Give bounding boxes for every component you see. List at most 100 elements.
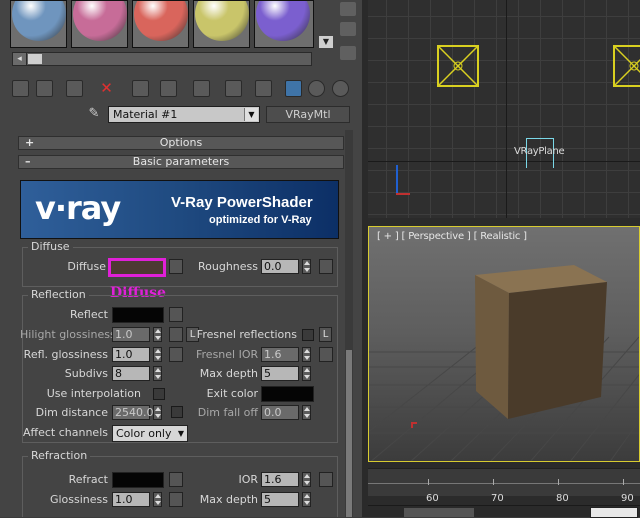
refract-max-depth-spinner[interactable] [302, 492, 311, 507]
material-id-icon[interactable] [225, 80, 242, 97]
background-icon[interactable] [340, 46, 356, 60]
selection-field[interactable] [590, 507, 638, 518]
backlight-icon[interactable] [340, 22, 356, 36]
refract-max-depth-label: Max depth [199, 493, 258, 506]
make-unique-icon[interactable] [160, 80, 177, 97]
scroll-left-icon[interactable]: ◂ [13, 53, 27, 65]
dim-falloff-label: Dim fall off [197, 406, 258, 419]
reflect-color-swatch[interactable] [112, 307, 164, 323]
dim-distance-spinner[interactable] [153, 405, 162, 420]
vray-banner: v·ray V-Ray PowerShader optimized for V-… [20, 180, 339, 239]
subdivs-field[interactable]: 8 [112, 366, 150, 381]
glossiness-spinner[interactable] [153, 492, 162, 507]
timeline[interactable]: 60 70 80 90 [368, 468, 640, 504]
slot-dropdown-icon[interactable]: ▼ [319, 36, 333, 48]
ior-field[interactable]: 1.6 [261, 472, 299, 487]
diffuse-color-swatch[interactable] [108, 258, 166, 277]
sample-sphere-icon [134, 1, 188, 41]
go-to-parent-icon[interactable] [332, 80, 349, 97]
glossiness-map-button[interactable] [169, 492, 183, 507]
sample-slot-1[interactable] [10, 0, 67, 48]
roughness-field[interactable]: 0.0 [261, 259, 299, 274]
sample-slot-2[interactable] [71, 0, 128, 48]
banner-title: V-Ray PowerShader [171, 194, 313, 211]
light-object-icon[interactable] [613, 45, 640, 87]
reset-close-icon[interactable]: ✕ [98, 80, 115, 97]
affect-channels-select[interactable]: Color only ▼ [112, 425, 188, 442]
options-rollout-title: Options [159, 136, 203, 149]
refl-glossiness-field[interactable]: 1.0 [112, 347, 150, 362]
basic-parameters-title: Basic parameters [132, 155, 230, 168]
perspective-viewport[interactable]: [ + ] [ Perspective ] [ Realistic ] [368, 226, 640, 462]
collapse-icon: – [25, 155, 31, 168]
banner-subtitle: optimized for V-Ray [209, 214, 312, 226]
hilight-glossiness-field[interactable]: 1.0 [112, 327, 150, 342]
hilight-glossiness-spinner[interactable] [153, 327, 162, 342]
subdivs-label: Subdivs [64, 367, 108, 380]
refraction-group-title: Refraction [28, 449, 91, 462]
refract-color-swatch[interactable] [112, 472, 164, 488]
reflect-label: Reflect [70, 308, 108, 321]
max-depth-spinner[interactable] [302, 366, 311, 381]
fresnel-checkbox[interactable] [302, 329, 314, 341]
show-map-icon[interactable] [285, 80, 302, 97]
slots-scrollbar[interactable]: ◂ [12, 52, 312, 66]
put-to-scene-icon[interactable] [36, 80, 53, 97]
dim-distance-field[interactable]: 2540.0 [112, 405, 154, 420]
roughness-map-button[interactable] [319, 259, 333, 274]
status-field[interactable] [404, 508, 474, 517]
refl-glossiness-map-button[interactable] [169, 347, 183, 362]
material-type-button[interactable]: VRayMtl [266, 106, 350, 123]
timeline-tick: 80 [556, 493, 569, 504]
diffuse-map-button[interactable] [169, 259, 183, 274]
parameters-scroll-thumb[interactable] [346, 350, 352, 517]
basic-parameters-rollout[interactable]: – Basic parameters [18, 155, 344, 169]
sample-type-icon[interactable] [340, 2, 356, 16]
sample-slot-3[interactable] [132, 0, 189, 48]
options-rollout[interactable]: + Options [18, 136, 344, 150]
fresnel-ior-map-button[interactable] [319, 347, 333, 362]
refl-glossiness-spinner[interactable] [153, 347, 162, 362]
scroll-thumb[interactable] [28, 54, 42, 64]
put-to-library-icon[interactable] [193, 80, 210, 97]
hilight-map-button[interactable] [169, 327, 183, 342]
viewport-label[interactable]: [ + ] [ Perspective ] [ Realistic ] [377, 231, 527, 242]
sample-slot-5[interactable] [254, 0, 314, 48]
dim-falloff-field[interactable]: 0.0 [261, 405, 299, 420]
refract-map-button[interactable] [169, 472, 183, 487]
light-object-icon[interactable] [437, 45, 479, 87]
ior-spinner[interactable] [302, 472, 311, 487]
refract-max-depth-field[interactable]: 5 [261, 492, 299, 507]
dim-distance-label: Dim distance [35, 406, 108, 419]
sample-slot-4[interactable] [193, 0, 250, 48]
material-name-field[interactable]: Material #1 ▼ [108, 106, 260, 123]
sample-sphere-icon [256, 1, 310, 41]
show-end-result-icon[interactable] [308, 80, 325, 97]
copy-material-icon[interactable] [132, 80, 149, 97]
top-viewport[interactable]: VRayPlane [368, 0, 640, 218]
eyedropper-icon[interactable]: ✎ [86, 106, 102, 123]
use-interpolation-label: Use interpolation [46, 387, 141, 400]
exit-color-swatch[interactable] [261, 386, 314, 402]
fresnel-lock-button[interactable]: L [319, 327, 332, 342]
use-interpolation-checkbox[interactable] [153, 388, 165, 400]
assign-to-selection-icon[interactable] [66, 80, 83, 97]
glossiness-field[interactable]: 1.0 [112, 492, 150, 507]
fresnel-ior-field[interactable]: 1.6 [261, 347, 299, 362]
parameters-scrollbar[interactable] [345, 130, 353, 517]
fresnel-reflections-label: Fresnel reflections [196, 328, 297, 341]
reflect-map-button[interactable] [169, 307, 183, 322]
get-material-icon[interactable] [12, 80, 29, 97]
subdivs-spinner[interactable] [153, 366, 162, 381]
dim-falloff-spinner[interactable] [302, 405, 311, 420]
checker-background-icon[interactable] [255, 80, 272, 97]
dim-distance-checkbox[interactable] [171, 406, 183, 418]
chevron-down-icon[interactable]: ▼ [244, 108, 258, 121]
ior-map-button[interactable] [319, 472, 333, 487]
roughness-spinner[interactable] [302, 259, 311, 274]
viewports-area: VRayPlane [ + ] [ Perspective ] [ Realis… [368, 0, 640, 518]
exit-color-label: Exit color [206, 387, 258, 400]
max-depth-field[interactable]: 5 [261, 366, 299, 381]
sample-sphere-icon [73, 1, 127, 41]
fresnel-ior-spinner[interactable] [302, 347, 311, 362]
